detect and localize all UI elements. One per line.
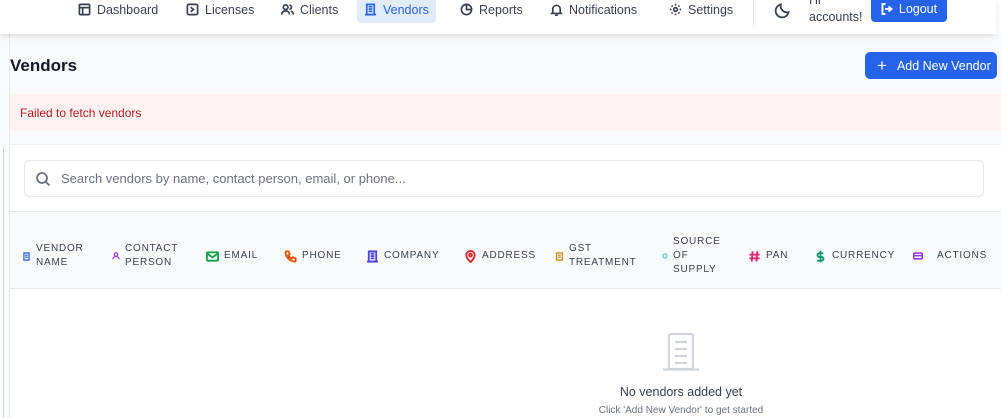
column-label: Company (384, 250, 440, 261)
search-input[interactable] (61, 171, 941, 186)
plus-icon: + (877, 56, 887, 75)
column-label: Contact Person (125, 243, 179, 268)
column-label: Actions (937, 250, 988, 261)
bell-icon (550, 4, 563, 16)
nav-item-clients[interactable]: Clients (274, 0, 345, 23)
nav-item-dashboard[interactable]: Dashboard (71, 0, 165, 23)
column-label: PAN (766, 250, 789, 261)
pie-chart-icon (460, 3, 473, 16)
column-label: Source of Supply (673, 236, 721, 275)
column-header-source-of-supply[interactable]: Source of Supply (662, 235, 720, 277)
top-navbar: Dashboard Licenses Clients Vendors Repor… (0, 0, 996, 34)
dashboard-icon (78, 3, 91, 16)
column-label: GST Treatment (569, 243, 637, 268)
search-icon (36, 171, 51, 186)
building-icon (364, 3, 377, 16)
column-label: Currency (832, 250, 896, 261)
column-header-contact-person[interactable]: Contact Person (112, 242, 186, 270)
phone-icon (284, 249, 297, 263)
search-bar (24, 160, 984, 197)
nav-item-label: Dashboard (97, 2, 159, 17)
nav-divider (753, 0, 754, 27)
empty-state-building-icon (660, 331, 702, 373)
left-panel-edge (0, 147, 4, 418)
column-header-vendor-name[interactable]: Vendor Name (22, 242, 94, 270)
building-icon (366, 249, 379, 263)
logout-button[interactable]: Logout (871, 0, 947, 22)
nav-item-label: Licenses (205, 2, 255, 17)
nav-item-settings[interactable]: Settings (662, 0, 740, 23)
column-header-company[interactable]: Company (366, 249, 439, 263)
users-icon (281, 4, 294, 15)
column-label: Vendor Name (36, 243, 84, 268)
empty-state-subtitle: Click 'Add New Vendor' to get started (598, 405, 764, 416)
building-icon (23, 251, 30, 261)
nav-item-label: Settings (688, 2, 734, 17)
gear-icon (669, 3, 682, 16)
page-title: Vendors (10, 56, 78, 75)
nav-item-label: Clients (300, 2, 339, 17)
user-icon (112, 252, 120, 260)
column-label: Address (482, 250, 536, 261)
column-header-address[interactable]: Address (464, 249, 536, 263)
error-banner: Failed to fetch vendors (10, 94, 1001, 131)
main-content: Vendors + Add New Vendor Failed to fetch… (10, 34, 1001, 418)
column-header-phone[interactable]: Phone (284, 249, 342, 263)
dollar-icon (816, 250, 825, 262)
nav-item-label: Reports (479, 2, 523, 17)
moon-icon (774, 3, 790, 19)
nav-item-label: Vendors (383, 2, 429, 17)
empty-state-title: No vendors added yet (619, 385, 743, 399)
user-greeting: Hi accounts! (809, 0, 863, 24)
table-header: Vendor Name Contact Person Email Phone C… (10, 211, 1001, 289)
column-label: Email (224, 250, 259, 261)
column-header-actions[interactable]: Actions (913, 249, 987, 263)
logout-icon (881, 3, 893, 15)
nav-item-notifications[interactable]: Notifications (543, 0, 644, 23)
dot-icon (662, 253, 668, 259)
license-icon (186, 3, 199, 16)
nav-item-reports[interactable]: Reports (453, 0, 530, 23)
column-header-email[interactable]: Email (206, 249, 258, 263)
column-header-currency[interactable]: Currency (814, 249, 895, 263)
column-label: Phone (302, 250, 342, 261)
nav-item-label: Notifications (569, 2, 638, 17)
receipt-icon (555, 251, 564, 261)
column-header-pan[interactable]: PAN (748, 249, 788, 263)
logout-label: Logout (898, 2, 938, 16)
hash-icon (749, 250, 760, 262)
add-vendor-button[interactable]: + Add New Vendor (865, 52, 997, 79)
add-vendor-label: Add New Vendor (896, 58, 991, 73)
map-pin-icon (465, 249, 476, 263)
column-header-gst-treatment[interactable]: GST Treatment (555, 242, 637, 270)
nav-item-vendors[interactable]: Vendors (357, 0, 436, 23)
nav-item-licenses[interactable]: Licenses (179, 0, 261, 23)
vendors-card: Vendor Name Contact Person Email Phone C… (10, 144, 1001, 418)
mail-icon (206, 250, 219, 262)
card-icon (913, 252, 923, 260)
dark-mode-toggle[interactable] (774, 1, 792, 19)
